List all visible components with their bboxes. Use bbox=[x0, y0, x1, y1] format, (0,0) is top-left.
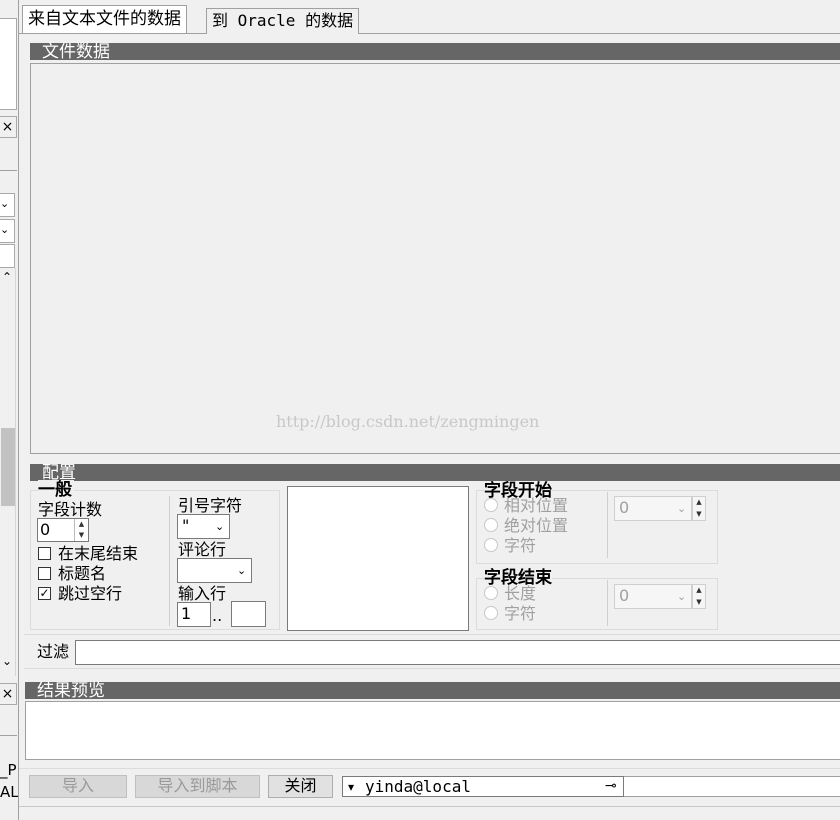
spin-up-icon[interactable]: ▲ bbox=[693, 497, 705, 509]
left-panel-text-1: _P bbox=[0, 761, 17, 779]
import-to-script-button[interactable]: 导入到脚本 bbox=[135, 775, 260, 798]
status-field bbox=[624, 776, 840, 797]
tab-to-oracle[interactable]: 到 Oracle 的数据 bbox=[206, 8, 360, 34]
config-header: 配置 bbox=[30, 464, 840, 482]
file-data-header: 文件数据 bbox=[30, 43, 840, 61]
field-end-combo[interactable]: 0 ⌄ bbox=[614, 584, 692, 609]
input-rows-sep: .. bbox=[212, 606, 223, 625]
check-icon: ✓ bbox=[39, 586, 50, 600]
field-count-stepper[interactable]: 0 ▲ ▼ bbox=[37, 518, 89, 542]
relative-position-radio[interactable] bbox=[484, 498, 498, 512]
bottom-border bbox=[19, 806, 840, 807]
left-panel-close-icon-2[interactable]: × bbox=[0, 683, 17, 705]
field-end-spin[interactable]: ▲ ▼ bbox=[692, 584, 706, 609]
filter-label: 过滤 bbox=[37, 642, 70, 661]
filter-row-bottom-line bbox=[24, 668, 840, 669]
scroll-thumb[interactable] bbox=[1, 428, 15, 506]
spin-up-icon[interactable]: ▲ bbox=[693, 585, 705, 597]
filter-row-top-line bbox=[24, 634, 840, 635]
absolute-position-radio[interactable] bbox=[484, 518, 498, 532]
field-start-value: 0 bbox=[619, 498, 630, 517]
length-radio[interactable] bbox=[484, 586, 498, 600]
relative-position-label: 相对位置 bbox=[504, 496, 569, 515]
field-end-value: 0 bbox=[619, 586, 630, 605]
import-button[interactable]: 导入 bbox=[29, 775, 127, 798]
chevron-down-icon: ⌄ bbox=[677, 590, 687, 603]
toolbar-top-line bbox=[19, 768, 840, 769]
field-start-spin[interactable]: ▲ ▼ bbox=[692, 496, 706, 521]
comment-select[interactable]: ⌄ bbox=[177, 558, 252, 583]
left-panel-dropdown-2[interactable]: ⌄ bbox=[0, 219, 15, 243]
quote-select[interactable]: " ⌄ bbox=[177, 514, 230, 539]
input-rows-from-value: 1 bbox=[181, 604, 192, 623]
left-panel-dropdown-1[interactable]: ⌄ bbox=[0, 193, 15, 217]
chevron-down-icon: ⌄ bbox=[0, 197, 10, 210]
chevron-down-icon: ⌄ bbox=[237, 564, 247, 577]
field-list-box[interactable] bbox=[287, 486, 469, 631]
start-char-label: 字符 bbox=[504, 536, 537, 555]
left-panel-box bbox=[0, 18, 17, 110]
general-vertical-divider bbox=[169, 496, 170, 626]
title-name-label: 标题名 bbox=[58, 564, 107, 583]
tab-text-file-data[interactable]: 来自文本文件的数据 bbox=[22, 5, 187, 33]
end-char-radio[interactable] bbox=[484, 606, 498, 620]
spin-down-icon[interactable]: ▼ bbox=[693, 509, 705, 521]
spin-down-icon[interactable]: ▼ bbox=[693, 597, 705, 609]
tab-strip-baseline bbox=[19, 33, 840, 34]
end-at-tail-label: 在末尾结束 bbox=[58, 544, 139, 563]
connection-selector[interactable]: ▾ yinda@local ⊸ bbox=[342, 776, 624, 797]
field-start-combo[interactable]: 0 ⌄ bbox=[614, 496, 692, 521]
chevron-down-icon: ⌄ bbox=[215, 520, 225, 533]
quote-value: " bbox=[182, 516, 190, 535]
scroll-down-icon[interactable]: ⌄ bbox=[2, 654, 12, 668]
input-rows-from[interactable]: 1 bbox=[177, 602, 211, 627]
result-preview-header: 结果预览 bbox=[25, 682, 840, 700]
left-panel-line bbox=[0, 735, 17, 736]
start-char-radio[interactable] bbox=[484, 538, 498, 552]
left-panel-field[interactable] bbox=[0, 244, 15, 268]
spin-down-icon[interactable]: ▼ bbox=[75, 530, 88, 541]
skip-blank-checkbox[interactable]: ✓ bbox=[38, 587, 51, 600]
left-panel-border bbox=[18, 0, 19, 820]
watermark-text: http://blog.csdn.net/zengmingen bbox=[276, 412, 540, 431]
left-panel-text-2: AL bbox=[0, 783, 19, 801]
left-panel-scrollbar[interactable]: ⌃ ⌄ bbox=[0, 268, 16, 676]
pin-icon[interactable]: ⊸ bbox=[605, 777, 617, 796]
end-at-tail-checkbox[interactable] bbox=[38, 547, 51, 560]
filter-input[interactable] bbox=[75, 640, 840, 665]
field-start-divider bbox=[607, 492, 608, 558]
field-count-spin[interactable]: ▲ ▼ bbox=[74, 519, 88, 541]
general-title: 一般 bbox=[38, 480, 74, 500]
quote-label: 引号字符 bbox=[178, 496, 243, 515]
input-rows-label: 输入行 bbox=[178, 584, 227, 603]
chevron-down-icon: ⌄ bbox=[0, 223, 10, 236]
connection-value: yinda@local bbox=[365, 777, 471, 796]
chevron-down-icon: ⌄ bbox=[677, 502, 687, 515]
left-panel-divider bbox=[0, 170, 17, 171]
title-name-checkbox[interactable] bbox=[38, 567, 51, 580]
absolute-position-label: 绝对位置 bbox=[504, 516, 569, 535]
file-data-grid[interactable]: http://blog.csdn.net/zengmingen bbox=[30, 63, 840, 454]
input-rows-to[interactable] bbox=[231, 601, 266, 627]
result-preview-area[interactable] bbox=[25, 701, 840, 760]
field-end-divider bbox=[607, 580, 608, 626]
field-count-value[interactable]: 0 bbox=[40, 520, 50, 540]
scroll-up-icon[interactable]: ⌃ bbox=[2, 270, 12, 284]
end-char-label: 字符 bbox=[504, 604, 537, 623]
skip-blank-label: 跳过空行 bbox=[58, 584, 123, 603]
spin-up-icon[interactable]: ▲ bbox=[75, 519, 88, 530]
length-label: 长度 bbox=[504, 584, 537, 603]
connection-dropdown-icon[interactable]: ▾ bbox=[348, 777, 354, 797]
left-panel-close-icon[interactable]: × bbox=[0, 116, 17, 138]
field-count-label: 字段计数 bbox=[38, 500, 103, 519]
close-button[interactable]: 关闭 bbox=[268, 775, 333, 798]
comment-label: 评论行 bbox=[178, 540, 227, 559]
